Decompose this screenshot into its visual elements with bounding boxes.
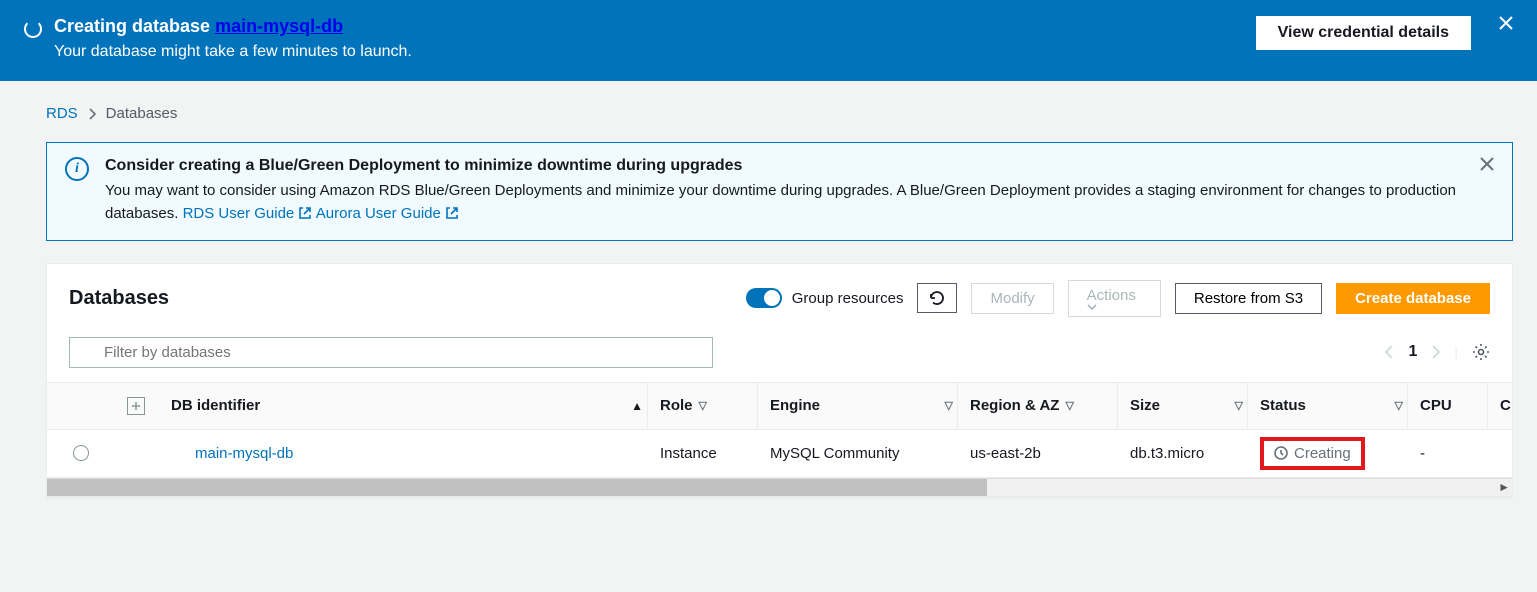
- cell-status: Creating: [1247, 437, 1407, 470]
- group-resources-toggle[interactable]: Group resources: [746, 288, 904, 308]
- toggle-track: [746, 288, 782, 308]
- banner-title-prefix: Creating database: [54, 16, 215, 36]
- banner-close-icon[interactable]: [1499, 16, 1513, 30]
- restore-from-s3-button[interactable]: Restore from S3: [1175, 283, 1322, 314]
- page-prev-icon[interactable]: [1385, 345, 1394, 359]
- sort-icon: ▽: [1065, 399, 1073, 412]
- status-highlight: Creating: [1260, 437, 1365, 470]
- col-region-az[interactable]: Region & AZ ▽: [957, 383, 1117, 429]
- info-alert-title: Consider creating a Blue/Green Deploymen…: [105, 157, 1464, 175]
- banner-db-link[interactable]: main-mysql-db: [215, 16, 343, 36]
- table-settings-button[interactable]: [1472, 343, 1490, 361]
- scroll-right-icon: ►: [1498, 480, 1510, 494]
- banner-subtitle: Your database might take a few minutes t…: [54, 43, 1244, 61]
- page-next-icon[interactable]: [1431, 345, 1440, 359]
- col-engine[interactable]: Engine ▽: [757, 383, 957, 429]
- actions-dropdown-button[interactable]: Actions: [1068, 280, 1161, 317]
- cell-engine: MySQL Community: [757, 445, 957, 462]
- gear-icon: [1472, 343, 1490, 361]
- info-alert-close-icon[interactable]: [1480, 157, 1494, 171]
- spinner-icon: [24, 20, 42, 38]
- info-alert-body: You may want to consider using Amazon RD…: [105, 179, 1464, 226]
- chevron-right-icon: [88, 108, 96, 120]
- cell-role: Instance: [647, 445, 757, 462]
- group-resources-label: Group resources: [792, 290, 904, 307]
- breadcrumb: RDS Databases: [46, 105, 1513, 122]
- view-credential-details-button[interactable]: View credential details: [1256, 16, 1471, 50]
- sort-icon: ▽: [945, 399, 953, 412]
- filter-databases-input[interactable]: [69, 337, 713, 368]
- banner-text: Creating database main-mysql-db Your dat…: [54, 16, 1244, 61]
- databases-table: DB identifier ▲ Role ▽ Engine ▽ Regi: [47, 382, 1512, 478]
- cell-cpu: -: [1407, 445, 1487, 462]
- plus-icon: [130, 400, 142, 412]
- external-link-icon: [298, 206, 312, 220]
- col-size[interactable]: Size ▽: [1117, 383, 1247, 429]
- refresh-icon: [928, 289, 946, 307]
- databases-panel: Databases Group resources Modify Actions…: [46, 263, 1513, 497]
- caret-down-icon: [1087, 304, 1142, 310]
- cell-size: db.t3.micro: [1117, 445, 1247, 462]
- modify-button[interactable]: Modify: [971, 283, 1053, 314]
- panel-header: Databases Group resources Modify Actions…: [47, 264, 1512, 333]
- clock-icon: [1274, 446, 1288, 460]
- col-role[interactable]: Role ▽: [647, 383, 757, 429]
- sort-icon: ▽: [699, 399, 707, 412]
- external-link-icon: [445, 206, 459, 220]
- page-number: 1: [1408, 343, 1417, 361]
- sort-asc-icon: ▲: [631, 399, 643, 413]
- info-icon: i: [65, 157, 89, 181]
- breadcrumb-root-link[interactable]: RDS: [46, 105, 78, 122]
- horizontal-scrollbar[interactable]: ◄ ►: [47, 478, 1512, 496]
- table-header-row: DB identifier ▲ Role ▽ Engine ▽ Regi: [47, 382, 1512, 430]
- sort-icon: ▽: [1235, 399, 1243, 412]
- scrollbar-thumb[interactable]: [47, 479, 987, 496]
- sort-icon: ▽: [1395, 399, 1403, 412]
- banner-title: Creating database main-mysql-db: [54, 16, 1244, 37]
- refresh-button[interactable]: [917, 283, 957, 313]
- row-select-radio[interactable]: [73, 445, 89, 461]
- col-db-identifier[interactable]: DB identifier ▲: [167, 397, 647, 414]
- col-status[interactable]: Status ▽: [1247, 383, 1407, 429]
- aurora-user-guide-link[interactable]: Aurora User Guide: [316, 205, 459, 222]
- panel-title: Databases: [69, 287, 732, 310]
- creating-database-banner: Creating database main-mysql-db Your dat…: [0, 0, 1537, 81]
- db-identifier-link[interactable]: main-mysql-db: [195, 445, 293, 462]
- filter-row: 1 |: [47, 333, 1512, 382]
- blue-green-info-alert: i Consider creating a Blue/Green Deploym…: [46, 142, 1513, 241]
- rds-user-guide-link[interactable]: RDS User Guide: [183, 205, 316, 222]
- table-row: main-mysql-db Instance MySQL Community u…: [47, 430, 1512, 478]
- col-cpu[interactable]: CPU: [1407, 383, 1487, 429]
- breadcrumb-current: Databases: [106, 105, 178, 122]
- col-current-activity[interactable]: C: [1487, 383, 1512, 429]
- expand-all-button[interactable]: [127, 397, 145, 415]
- create-database-button[interactable]: Create database: [1336, 283, 1490, 314]
- pagination: 1: [1385, 343, 1440, 361]
- cell-region-az: us-east-2b: [957, 445, 1117, 462]
